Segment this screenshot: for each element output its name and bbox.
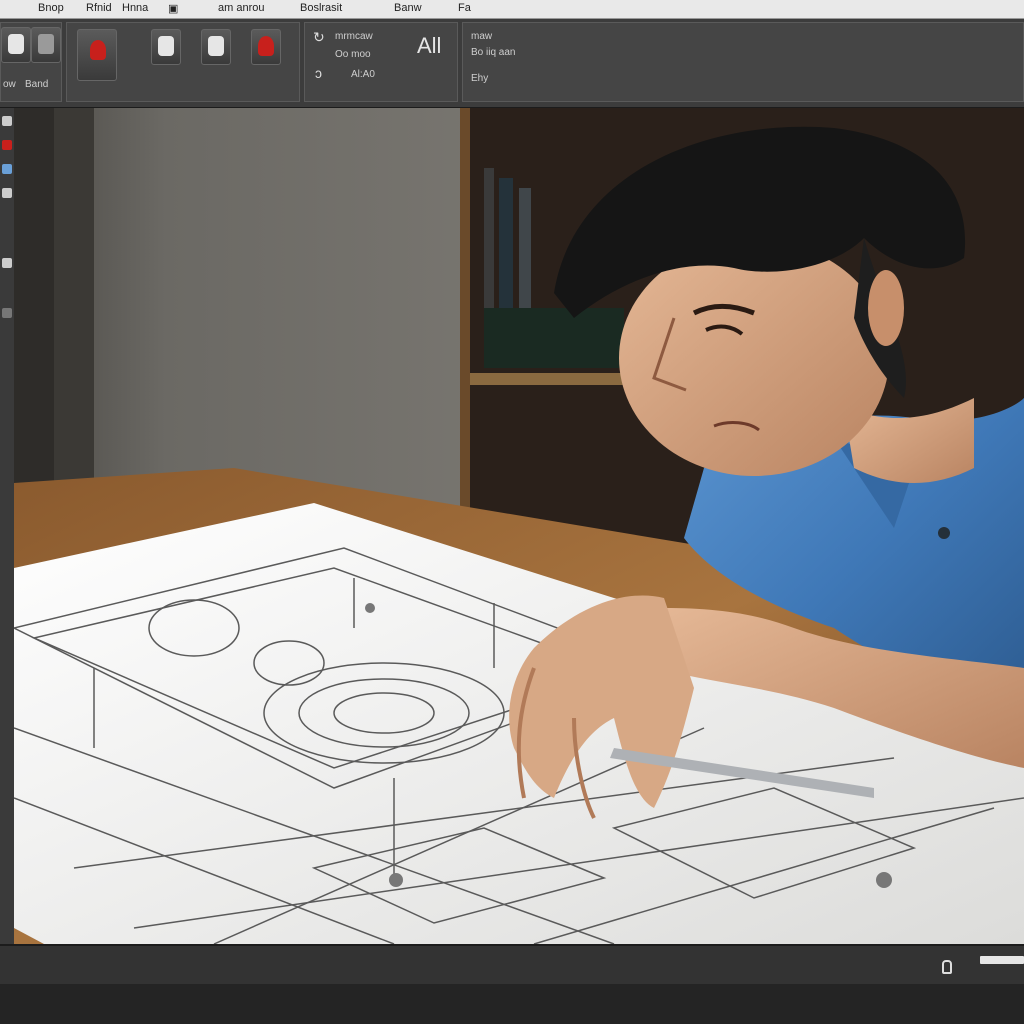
canvas-viewport[interactable] [14,108,1024,944]
lock-icon[interactable] [942,960,952,974]
figure-icon[interactable] [201,29,231,65]
panel3-row3: Al:A0 [351,69,375,80]
tool-misc-icon[interactable] [2,308,12,318]
panel3-glyph: All [417,33,442,58]
panel-label-1: ow [3,79,16,90]
tool-select-icon[interactable] [2,116,12,126]
panel4-row2: Bo iiq aan [471,47,516,58]
panel-label-2: Band [25,79,49,90]
ribbon-panel-tools [66,22,300,102]
menu-item-2[interactable]: Rfnid [86,2,112,14]
zoom-slider[interactable] [980,956,1024,964]
panel4-row3: Ehy [471,73,489,84]
camera-icon[interactable] [151,29,181,65]
ribbon-panel-view: maw Bo iiq aan Ehy [462,22,1024,102]
tool-layer-icon[interactable] [2,258,12,268]
menu-item-1[interactable]: Bnop [38,2,64,14]
panel4-row1: maw [471,31,493,42]
status-bar [0,944,1024,986]
ribbon-toolbar: ow Band ↻ mrmcaw Oo moo Al:A0 ↄ All maw … [0,19,1024,109]
scene-image [14,108,1024,944]
tool-blue-icon[interactable] [2,164,12,174]
red-tool-icon[interactable] [77,29,117,81]
menu-item-5[interactable]: am anrou [218,2,264,14]
tool-window-icon[interactable] [2,188,12,198]
menu-item-8[interactable]: Fa [458,2,471,14]
paint-icon[interactable]: ↄ [315,65,322,81]
menu-item-7[interactable]: Banw [394,2,422,14]
panel3-row2: Oo moo [335,49,371,60]
left-toolbar [0,108,15,944]
bottom-strip [0,984,1024,1024]
red-record-icon[interactable] [251,29,281,65]
panel3-row1: mrmcaw [335,31,373,42]
menu-bar: Bnop Rfnid Hnna ▣ am anrou Boslrasit Ban… [0,0,1024,19]
user-icon[interactable] [1,27,31,63]
tool-red-icon[interactable] [2,140,12,150]
ribbon-panel-file: ow Band [0,22,62,102]
ribbon-panel-edit: ↻ mrmcaw Oo moo Al:A0 ↄ All [304,22,458,102]
menu-item-6[interactable]: Boslrasit [300,2,342,14]
menu-item-3[interactable]: Hnna [122,2,148,14]
document-icon[interactable] [31,27,61,63]
refresh-icon[interactable]: ↻ [313,29,325,46]
menu-item-4[interactable]: ▣ [168,2,178,15]
